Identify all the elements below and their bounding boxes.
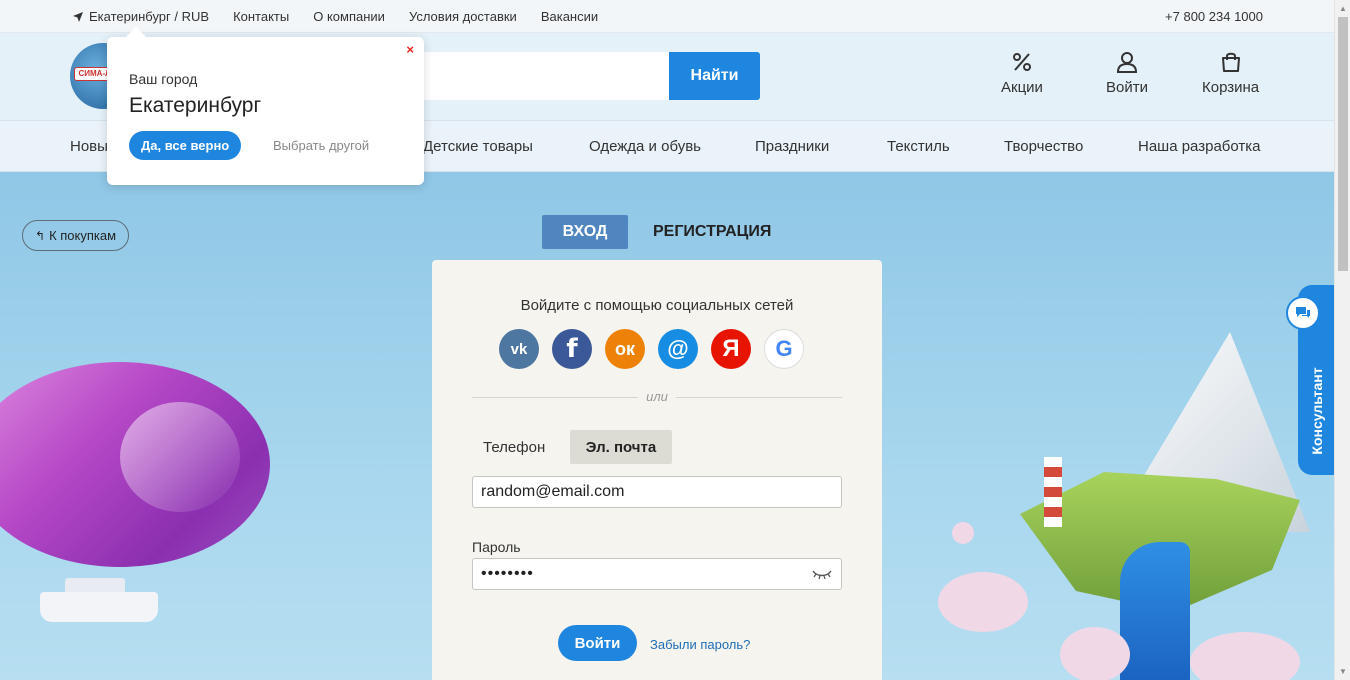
promo-label: Акции <box>1001 79 1043 96</box>
or-separator: или <box>432 389 882 404</box>
cloud-illustration <box>952 522 974 544</box>
back-arrow-icon: ↰ <box>35 228 46 243</box>
link-delivery[interactable]: Условия доставки <box>409 9 517 24</box>
category-holidays[interactable]: Праздники <box>755 138 829 155</box>
password-label: Пароль <box>472 539 521 555</box>
phone-number[interactable]: +7 800 234 1000 <box>1165 9 1263 24</box>
page-scrollbar[interactable]: ▲ ▼ <box>1334 0 1350 680</box>
city-confirm-popup: × Ваш город Екатеринбург Да, все верно В… <box>107 27 424 185</box>
close-icon[interactable]: × <box>406 42 414 57</box>
email-field[interactable] <box>472 476 842 508</box>
login-header-button[interactable]: Войти <box>1106 51 1148 96</box>
tab-register[interactable]: РЕГИСТРАЦИЯ <box>653 223 771 241</box>
odnoklassniki-login-button[interactable]: ок <box>605 329 645 369</box>
confirm-city-button[interactable]: Да, все верно <box>129 131 242 160</box>
vk-icon: vk <box>510 340 528 358</box>
top-links: Екатеринбург / RUB Контакты О компании У… <box>72 9 622 24</box>
social-buttons: vk f ок @ Я G <box>499 329 817 369</box>
facebook-icon: f <box>566 334 578 364</box>
link-vacancies[interactable]: Вакансии <box>541 9 598 24</box>
cloud-illustration <box>1060 627 1130 680</box>
odnoklassniki-icon: ок <box>614 338 635 359</box>
scroll-up-icon[interactable]: ▲ <box>1339 4 1347 13</box>
main-area: ↰ К покупкам ВХОД РЕГИСТРАЦИЯ Войдите с … <box>0 172 1334 680</box>
category-clothes[interactable]: Одежда и обувь <box>589 138 701 155</box>
scrollbar-thumb[interactable] <box>1338 17 1348 271</box>
location-arrow-icon <box>73 11 83 22</box>
back-to-shopping-button[interactable]: ↰ К покупкам <box>22 220 130 251</box>
cart-label: Корзина <box>1202 79 1260 96</box>
password-field[interactable]: •••••••• <box>472 558 842 590</box>
yandex-login-button[interactable]: Я <box>711 329 751 369</box>
tab-login[interactable]: ВХОД <box>542 215 628 249</box>
top-bar: Екатеринбург / RUB Контакты О компании У… <box>0 0 1334 33</box>
link-contacts[interactable]: Контакты <box>233 9 289 24</box>
tab-phone[interactable]: Телефон <box>483 439 545 456</box>
category-textile[interactable]: Текстиль <box>887 138 950 155</box>
google-login-button[interactable]: G <box>764 329 804 369</box>
shopping-bag-icon <box>1221 52 1240 72</box>
category-own-brand[interactable]: Наша разработка <box>1138 138 1261 155</box>
scroll-down-icon[interactable]: ▼ <box>1339 667 1347 676</box>
your-city-label: Ваш город <box>129 71 198 87</box>
chat-bubble-icon[interactable] <box>1286 296 1320 330</box>
lighthouse-illustration <box>1044 457 1062 527</box>
search-input[interactable] <box>420 52 669 100</box>
vk-login-button[interactable]: vk <box>499 329 539 369</box>
link-about[interactable]: О компании <box>313 9 385 24</box>
airship-illustration <box>0 362 270 567</box>
consultant-label: Консультант <box>1309 367 1325 455</box>
promo-button[interactable]: Акции <box>1001 51 1043 96</box>
facebook-login-button[interactable]: f <box>552 329 592 369</box>
category-creativity[interactable]: Творчество <box>1004 138 1083 155</box>
choose-other-city-link[interactable]: Выбрать другой <box>273 138 369 153</box>
city-selector[interactable]: Екатеринбург / RUB <box>72 9 209 24</box>
cloud-illustration <box>1190 632 1300 680</box>
login-card: Войдите с помощью социальных сетей vk f … <box>432 260 882 680</box>
city-name: Екатеринбург <box>129 94 262 117</box>
category-kids[interactable]: Детские товары <box>423 138 533 155</box>
mail-login-button[interactable]: @ <box>658 329 698 369</box>
google-icon: G <box>775 336 793 361</box>
percent-icon <box>1012 53 1031 71</box>
search-button[interactable]: Найти <box>669 52 760 100</box>
mail-icon: @ <box>667 336 689 361</box>
yandex-icon: Я <box>722 335 740 362</box>
tab-email[interactable]: Эл. почта <box>570 430 672 464</box>
city-selector-label: Екатеринбург / RUB <box>89 9 210 24</box>
airship-gondola <box>40 578 158 622</box>
login-submit-button[interactable]: Войти <box>558 625 637 661</box>
cloud-illustration <box>938 572 1028 632</box>
user-icon <box>1116 52 1137 73</box>
or-label: или <box>638 389 676 404</box>
social-login-title: Войдите с помощью социальных сетей <box>520 297 794 314</box>
eye-closed-icon[interactable] <box>812 568 832 580</box>
back-to-shopping-label: К покупкам <box>49 228 117 243</box>
login-header-label: Войти <box>1106 79 1148 96</box>
cart-button[interactable]: Корзина <box>1202 51 1259 96</box>
forgot-password-link[interactable]: Забыли пароль? <box>650 637 750 652</box>
waterfall-illustration <box>1120 542 1190 680</box>
category-new[interactable]: Новы <box>70 138 108 155</box>
